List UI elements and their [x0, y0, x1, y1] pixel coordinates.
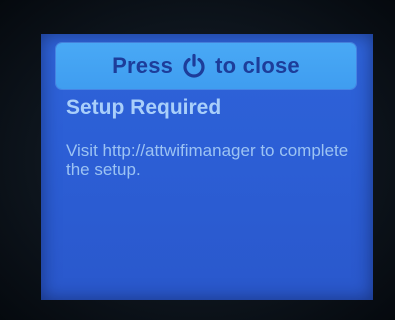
power-icon	[181, 53, 207, 79]
press-to-close-banner[interactable]: Press to close	[56, 43, 356, 89]
device-bezel: Press to close Setup Required Visit http…	[0, 0, 395, 320]
setup-message: Visit http://attwifimanager to complete …	[66, 141, 349, 179]
banner-close-label: to close	[215, 53, 300, 78]
device-screen: Press to close Setup Required Visit http…	[41, 34, 373, 300]
setup-title: Setup Required	[66, 96, 222, 119]
banner-press-label: Press	[112, 53, 174, 78]
